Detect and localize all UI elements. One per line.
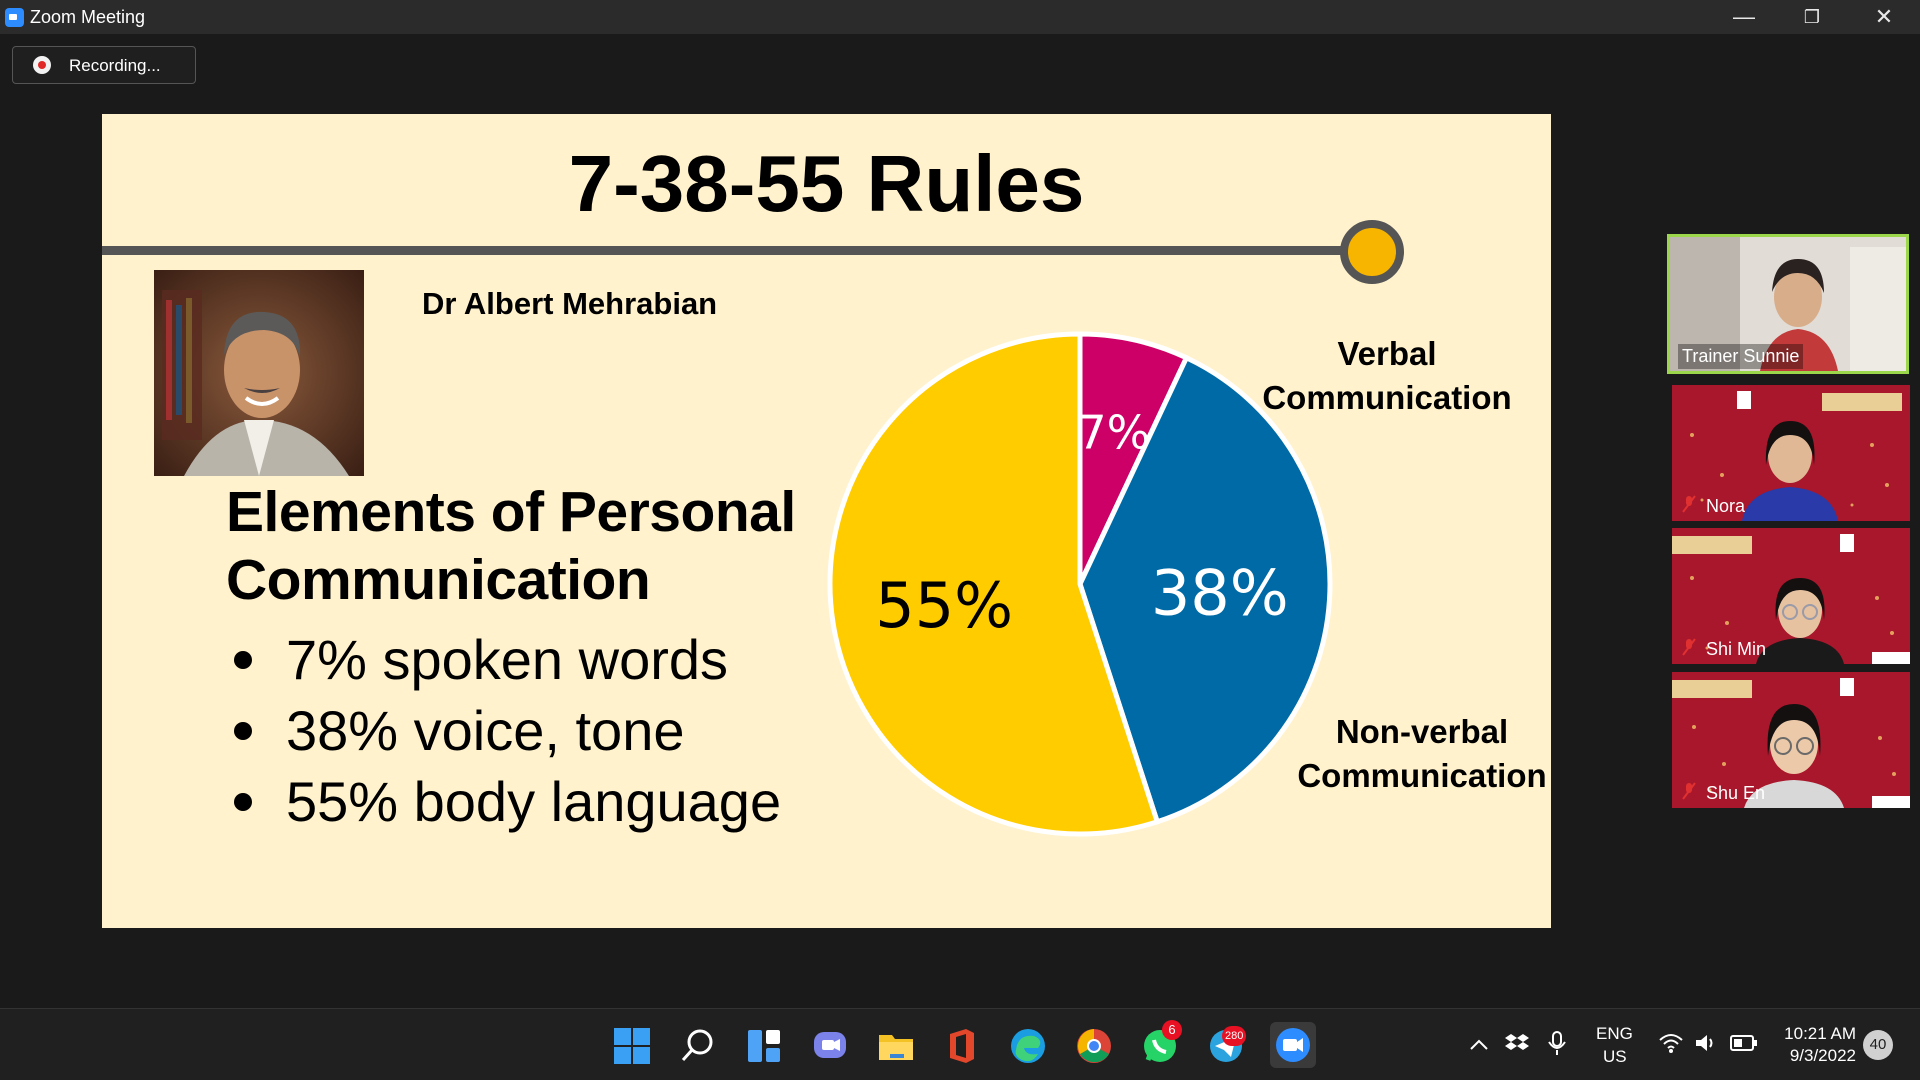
chevron-up-icon[interactable]	[1468, 1034, 1490, 1056]
bullet-icon	[234, 792, 252, 811]
list-item-text: 7% spoken words	[286, 628, 729, 691]
list-item: 55% body language	[232, 766, 781, 837]
list-item-text: 38% voice, tone	[286, 699, 685, 762]
verbal-label-line1: Verbal	[1337, 335, 1437, 372]
window-titlebar: Zoom Meeting — ❐ ✕	[0, 0, 1920, 34]
clock-time[interactable]: 10:21 AM	[1782, 1024, 1856, 1044]
verbal-label-line2: Communication	[1262, 379, 1512, 416]
search-icon[interactable]	[678, 1026, 718, 1066]
recording-label: Recording...	[69, 56, 161, 75]
nonverbal-label: Non-verbal Communication	[1297, 710, 1547, 798]
minimize-button[interactable]: —	[1712, 0, 1776, 34]
elements-heading: Elements of Personal Communication	[226, 478, 796, 614]
widgets-icon[interactable]	[744, 1026, 784, 1066]
participant-tile-trainer-sunnie[interactable]: Trainer Sunnie	[1667, 234, 1909, 374]
notification-count-badge[interactable]: 40	[1863, 1030, 1893, 1060]
telegram-badge: 280	[1222, 1026, 1247, 1046]
office-icon[interactable]	[942, 1026, 982, 1066]
mic-muted-icon	[1682, 782, 1696, 800]
teams-chat-icon[interactable]	[810, 1026, 850, 1066]
pie-slice-label: 7%	[1077, 406, 1150, 460]
list-item: 7% spoken words	[232, 624, 781, 695]
title-divider	[102, 246, 1372, 255]
title-divider-knob	[1340, 220, 1404, 284]
chrome-browser-icon[interactable]	[1074, 1026, 1114, 1066]
whatsapp-badge: 6	[1162, 1020, 1182, 1040]
list-item: 38% voice, tone	[232, 695, 781, 766]
participant-name: Trainer Sunnie	[1678, 344, 1804, 369]
elements-heading-line2: Communication	[226, 548, 651, 612]
participant-name: Shu En	[1706, 783, 1766, 803]
input-language[interactable]: ENG	[1596, 1024, 1633, 1044]
recording-indicator[interactable]: Recording...	[12, 46, 196, 84]
mic-muted-icon	[1682, 638, 1696, 656]
elements-list: 7% spoken words 38% voice, tone 55% body…	[232, 624, 781, 837]
pie-slice-label: 38%	[1151, 556, 1289, 629]
nonverbal-label-line2: Communication	[1297, 757, 1547, 794]
participant-tile-shi-min[interactable]: Shi Min	[1672, 528, 1910, 664]
edge-browser-icon[interactable]	[1008, 1026, 1048, 1066]
zoom-taskbar-icon[interactable]	[1270, 1022, 1316, 1068]
battery-icon[interactable]	[1730, 1034, 1758, 1052]
participant-name: Shi Min	[1706, 639, 1767, 659]
zoom-app-icon	[5, 8, 24, 27]
dropbox-icon[interactable]	[1504, 1030, 1530, 1056]
input-region[interactable]: US	[1603, 1047, 1627, 1067]
bullet-icon	[234, 721, 252, 740]
list-item-text: 55% body language	[286, 770, 782, 833]
participant-tile-nora[interactable]: Nora	[1672, 385, 1910, 521]
windows-start-icon[interactable]	[612, 1026, 652, 1066]
participant-tile-shu-en[interactable]: Shu En	[1672, 672, 1910, 808]
window-title: Zoom Meeting	[30, 7, 146, 27]
wifi-icon[interactable]	[1658, 1032, 1684, 1054]
nonverbal-label-line1: Non-verbal	[1335, 713, 1509, 750]
volume-icon[interactable]	[1694, 1032, 1718, 1054]
shared-slide: 7-38-55 Rules Dr Albert Mehrabian Elemen…	[102, 114, 1551, 928]
clock-date[interactable]: 9/3/2022	[1778, 1046, 1856, 1066]
speaker-photo	[154, 270, 364, 476]
mic-muted-icon	[1682, 495, 1696, 513]
slide-title: 7-38-55 Rules	[568, 139, 1085, 228]
file-explorer-icon[interactable]	[876, 1026, 916, 1066]
verbal-label: Verbal Communication	[1262, 332, 1512, 420]
restore-button[interactable]: ❐	[1780, 0, 1844, 34]
speaker-name: Dr Albert Mehrabian	[422, 286, 718, 321]
record-icon	[33, 56, 51, 74]
elements-heading-line1: Elements of Personal	[226, 480, 796, 544]
pie-slice-label: 55%	[875, 569, 1013, 642]
bullet-icon	[234, 650, 252, 669]
participant-name: Nora	[1706, 496, 1746, 516]
microphone-icon[interactable]	[1546, 1030, 1568, 1056]
close-button[interactable]: ✕	[1852, 0, 1916, 34]
